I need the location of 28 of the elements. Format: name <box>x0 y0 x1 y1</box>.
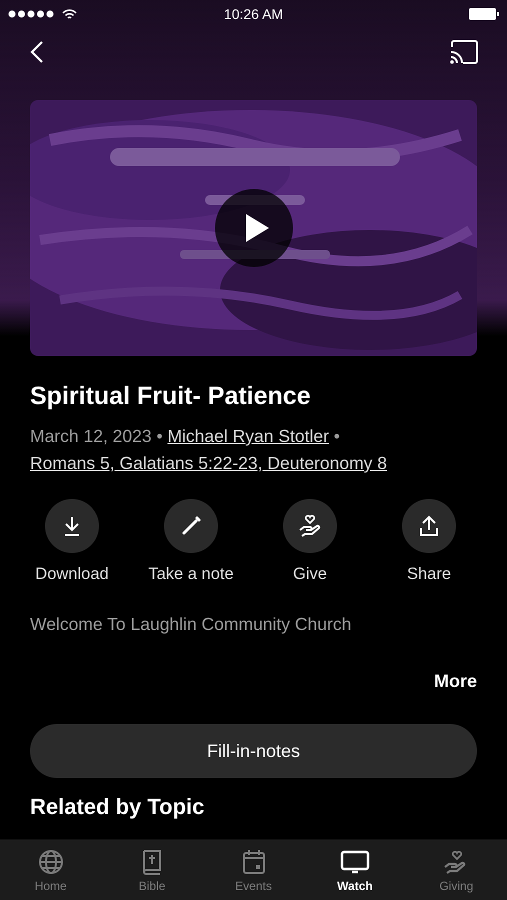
section-heading: Related by Topic <box>30 794 206 820</box>
giving-tab[interactable]: Giving <box>406 840 507 900</box>
give-button[interactable]: Give <box>254 499 366 584</box>
back-button[interactable] <box>30 40 44 64</box>
watch-tab[interactable]: Watch <box>304 840 406 900</box>
sermon-meta: March 12, 2023 • Michael Ryan Stotler • Romans 5, Galatians 5:22-23, Deuteronomy 8 <box>30 425 388 475</box>
play-icon <box>244 213 270 243</box>
wifi-icon <box>62 8 77 20</box>
bible-tab[interactable]: Bible <box>101 840 203 900</box>
share-icon <box>417 514 441 538</box>
signal-icon <box>8 10 56 18</box>
cast-button[interactable] <box>449 40 479 64</box>
download-button[interactable]: Download <box>16 499 128 584</box>
tv-icon <box>340 848 370 876</box>
note-button[interactable]: Take a note <box>135 499 247 584</box>
scripture-link[interactable]: Romans 5, Galatians 5:22-23, Deuteronomy 8 <box>30 453 387 473</box>
fill-in-notes-button[interactable]: Fill-in-notes <box>30 724 477 778</box>
heart-hand-icon <box>297 513 323 539</box>
battery-icon <box>469 8 499 20</box>
home-tab[interactable]: Home <box>0 840 102 900</box>
sermon-description: Welcome To Laughlin Community Church <box>30 614 352 635</box>
more-link[interactable]: More <box>434 671 477 692</box>
share-button[interactable]: Share <box>373 499 485 584</box>
globe-icon <box>36 848 65 876</box>
status-time: 10:26 AM <box>224 6 284 22</box>
speaker-link[interactable]: Michael Ryan Stotler <box>167 426 329 446</box>
sermon-title: Spiritual Fruit- Patience <box>30 382 312 411</box>
events-tab[interactable]: Events <box>202 840 304 900</box>
